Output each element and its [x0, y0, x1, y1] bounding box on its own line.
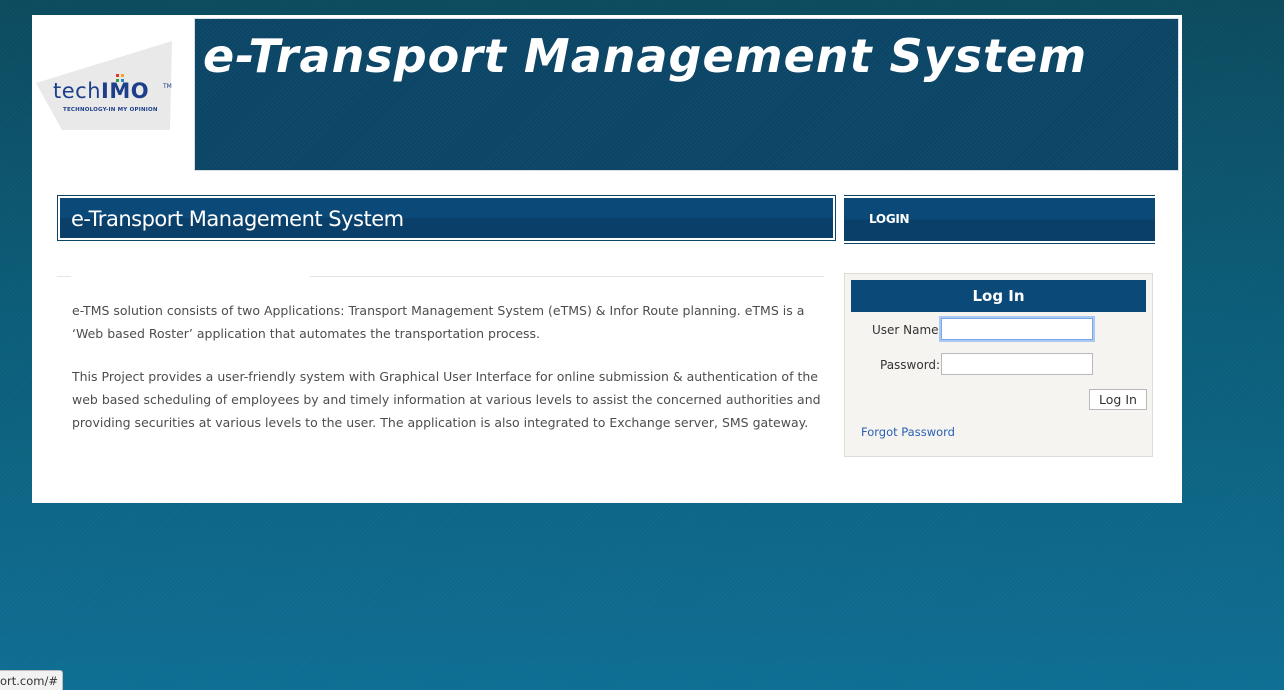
logo-wordmark: techIMO [53, 81, 149, 102]
logo-word-suffix: IMO [101, 79, 150, 103]
login-tab[interactable]: LOGIN [844, 195, 1155, 244]
username-label: User Name: [872, 323, 943, 337]
password-input[interactable] [941, 353, 1093, 375]
techimo-logo[interactable]: techIMO TM TECHNOLOGY-IN MY OPINION [36, 41, 172, 131]
description-paragraph-2: This Project provides a user-friendly sy… [72, 369, 821, 430]
logo-trademark: TM [163, 83, 172, 90]
forgot-password-link[interactable]: Forgot Password [861, 425, 955, 439]
logo-word-prefix: tech [53, 79, 102, 103]
page-container: techIMO TM TECHNOLOGY-IN MY OPINION e-Tr… [32, 15, 1182, 503]
username-input[interactable] [941, 318, 1093, 340]
content-divider-accent [71, 276, 310, 277]
section-heading-inner: e-Transport Management System [60, 198, 833, 238]
logo-tagline: TECHNOLOGY-IN MY OPINION [63, 107, 158, 113]
banner-title: e-Transport Management System [203, 29, 1088, 83]
status-bar-url: ort.com/# [0, 670, 63, 690]
login-tab-label: LOGIN [869, 212, 910, 226]
section-heading-bar: e-Transport Management System [57, 195, 836, 241]
login-panel: Log In User Name: Password: Log In Forgo… [844, 273, 1153, 457]
login-panel-title: Log In [851, 280, 1146, 312]
description-content: e-TMS solution consists of two Applicati… [72, 299, 822, 454]
password-label: Password: [880, 358, 941, 372]
section-heading-title: e-Transport Management System [71, 207, 404, 231]
header-banner: e-Transport Management System [194, 18, 1179, 171]
login-tab-inner: LOGIN [844, 198, 1155, 241]
login-submit-button[interactable]: Log In [1089, 389, 1147, 410]
description-paragraph-1: e-TMS solution consists of two Applicati… [72, 303, 805, 341]
